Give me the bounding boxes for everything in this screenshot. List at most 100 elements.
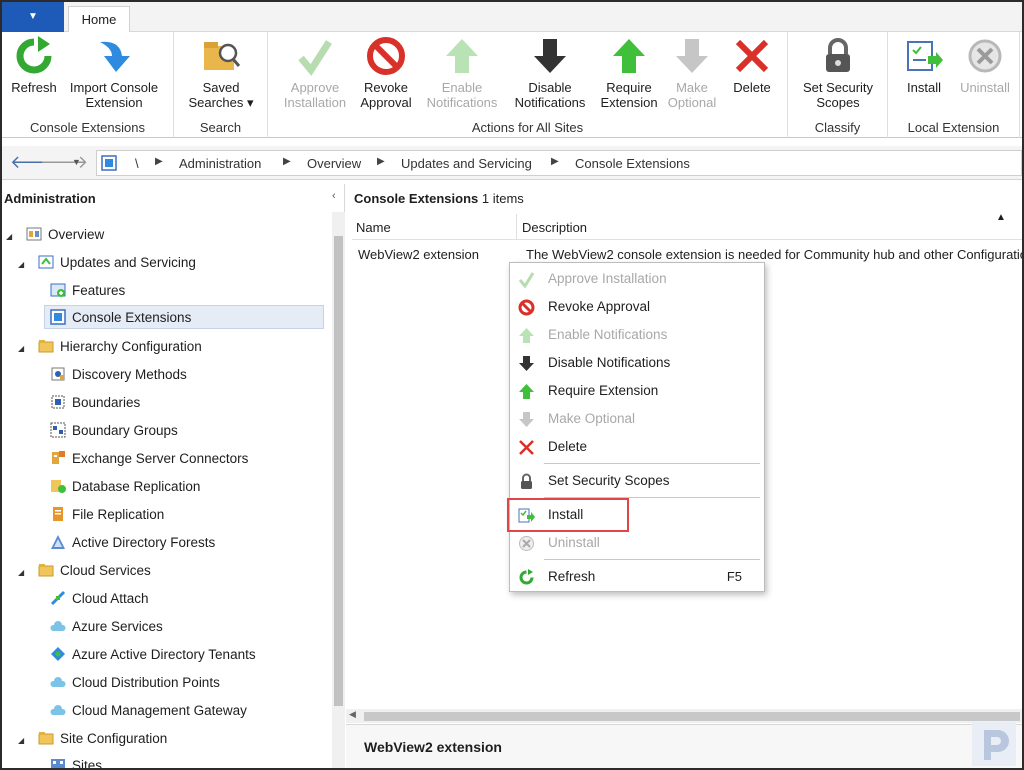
column-header-name[interactable]: Name bbox=[356, 220, 391, 235]
tree-item-file-replication[interactable]: File Replication bbox=[50, 503, 164, 527]
menu-item-refresh[interactable]: Refresh F5 bbox=[512, 563, 762, 591]
menu-item-revoke-approval[interactable]: Revoke Approval bbox=[512, 293, 762, 321]
enable-label-line1: Enable bbox=[441, 80, 483, 95]
tree-item-updates-servicing[interactable]: Updates and Servicing bbox=[38, 251, 196, 275]
nav-pane-title: Administration bbox=[4, 191, 96, 206]
collapse-pane-icon[interactable]: ‹ bbox=[332, 190, 336, 202]
tree-item-sites[interactable]: Sites bbox=[50, 754, 102, 768]
tree-item-discovery-methods[interactable]: Discovery Methods bbox=[50, 363, 187, 387]
disable-label-line2: Notifications bbox=[514, 95, 586, 110]
checkmark-icon bbox=[518, 272, 535, 288]
tree-item-cloud-management-gateway[interactable]: Cloud Management Gateway bbox=[50, 699, 247, 723]
breadcrumb: \ ▶ Administration ▶ Overview ▶ Updates … bbox=[96, 150, 1022, 176]
tree-item-database-replication[interactable]: Database Replication bbox=[50, 475, 200, 499]
exchange-connector-icon bbox=[52, 451, 65, 464]
tree-item-cloud-distribution-points[interactable]: Cloud Distribution Points bbox=[50, 671, 220, 695]
menu-item-delete[interactable]: Delete bbox=[512, 433, 762, 461]
scroll-left-icon[interactable]: ◀ bbox=[349, 709, 356, 720]
padlock-icon bbox=[826, 38, 850, 72]
expanded-caret-icon[interactable]: ◢ bbox=[18, 736, 24, 745]
red-x-icon bbox=[735, 39, 769, 73]
tab-home[interactable]: Home bbox=[68, 6, 130, 33]
list-title-text: Console Extensions bbox=[354, 191, 479, 206]
approve-label-line1: Approve bbox=[290, 80, 340, 95]
breadcrumb-separator-icon[interactable]: ▶ bbox=[377, 156, 385, 167]
ribbon-group-classify: Set Security Scopes Classify bbox=[788, 32, 888, 138]
breadcrumb-separator-icon[interactable]: ▶ bbox=[283, 156, 291, 167]
expanded-caret-icon[interactable]: ◢ bbox=[6, 232, 12, 241]
console-root-icon[interactable] bbox=[101, 155, 117, 171]
scopes-label-line2: Scopes bbox=[816, 95, 860, 110]
tree-item-console-extensions[interactable]: Console Extensions bbox=[44, 305, 324, 329]
tree-item-active-directory-forests[interactable]: Active Directory Forests bbox=[50, 531, 215, 555]
tree-item-boundaries[interactable]: Boundaries bbox=[50, 391, 140, 415]
row-name-cell: WebView2 extension bbox=[358, 247, 479, 262]
revoke-label-line2: Approval bbox=[360, 95, 412, 110]
forward-arrow-icon[interactable]: 🡒 bbox=[40, 152, 88, 173]
uninstall-button[interactable]: Uninstall bbox=[952, 36, 1018, 95]
revoke-approval-button[interactable]: Revoke Approval bbox=[354, 36, 418, 110]
refresh-button[interactable]: Refresh bbox=[8, 36, 60, 95]
expanded-caret-icon[interactable]: ◢ bbox=[18, 260, 24, 269]
file-replication-icon bbox=[53, 507, 63, 521]
enable-notifications-button[interactable]: Enable Notifications bbox=[420, 36, 504, 110]
nav-vertical-scrollbar[interactable] bbox=[332, 212, 345, 768]
red-x-icon bbox=[519, 440, 534, 455]
tree-item-azure-services[interactable]: Azure Services bbox=[50, 615, 163, 639]
saved-searches-button[interactable]: Saved Searches ▾ bbox=[182, 36, 260, 110]
gray-down-arrow-icon bbox=[519, 412, 534, 427]
breadcrumb-administration[interactable]: Administration bbox=[179, 156, 261, 171]
app-menu-button[interactable]: ▼ bbox=[2, 2, 64, 32]
delete-button[interactable]: Delete bbox=[724, 36, 780, 95]
down-arrow-icon bbox=[519, 356, 534, 371]
column-divider[interactable] bbox=[516, 214, 517, 240]
approve-installation-button[interactable]: Approve Installation bbox=[278, 36, 352, 110]
cloud-icon bbox=[50, 677, 66, 687]
tree-item-cloud-services[interactable]: Cloud Services bbox=[38, 559, 151, 583]
disable-notifications-button[interactable]: Disable Notifications bbox=[508, 36, 592, 110]
expanded-caret-icon[interactable]: ◢ bbox=[18, 568, 24, 577]
tree-item-cloud-attach[interactable]: Cloud Attach bbox=[50, 587, 149, 611]
tree-item-hierarchy-configuration[interactable]: Hierarchy Configuration bbox=[38, 335, 202, 359]
import-console-extension-button[interactable]: Import Console Extension bbox=[62, 36, 166, 110]
menu-item-approve-installation[interactable]: Approve Installation bbox=[512, 265, 762, 293]
install-button[interactable]: Install bbox=[896, 36, 952, 95]
list-horizontal-scrollbar[interactable]: ◀ bbox=[346, 709, 1022, 723]
expanded-caret-icon[interactable]: ◢ bbox=[18, 344, 24, 353]
tree-item-exchange-server-connectors[interactable]: Exchange Server Connectors bbox=[50, 447, 248, 471]
nav-scroll-thumb[interactable] bbox=[334, 236, 343, 706]
column-header-description[interactable]: Description bbox=[522, 220, 587, 235]
cloud-icon bbox=[50, 621, 66, 631]
menu-item-disable-notifications[interactable]: Disable Notifications bbox=[512, 349, 762, 377]
set-security-scopes-button[interactable]: Set Security Scopes bbox=[792, 36, 884, 110]
tree-item-features[interactable]: Features bbox=[50, 279, 125, 303]
menu-item-enable-notifications[interactable]: Enable Notifications bbox=[512, 321, 762, 349]
breadcrumb-root[interactable]: \ bbox=[135, 156, 139, 171]
tree-item-overview[interactable]: Overview bbox=[26, 223, 104, 247]
list-scroll-thumb[interactable] bbox=[364, 712, 1020, 721]
menu-item-require-extension[interactable]: Require Extension bbox=[512, 377, 762, 405]
tree-item-azure-ad-tenants[interactable]: Azure Active Directory Tenants bbox=[50, 643, 256, 667]
gray-down-arrow-icon bbox=[676, 39, 708, 73]
folder-icon bbox=[38, 340, 54, 353]
app-window: ▼ Home Refresh Import Console Extension … bbox=[0, 0, 1024, 770]
menu-item-set-security-scopes[interactable]: Set Security Scopes bbox=[512, 467, 762, 495]
make-optional-button[interactable]: Make Optional bbox=[664, 36, 720, 110]
circle-x-icon bbox=[519, 536, 534, 551]
breadcrumb-console-extensions[interactable]: Console Extensions bbox=[575, 156, 690, 171]
sort-ascending-icon[interactable]: ▲ bbox=[996, 212, 1006, 223]
tree-item-site-configuration[interactable]: Site Configuration bbox=[38, 727, 167, 751]
breadcrumb-separator-icon[interactable]: ▶ bbox=[155, 156, 163, 167]
column-header-row: Name Description ▲ bbox=[352, 212, 1022, 240]
breadcrumb-updates-servicing[interactable]: Updates and Servicing bbox=[401, 156, 532, 171]
breadcrumb-separator-icon[interactable]: ▶ bbox=[551, 156, 559, 167]
tree-item-boundary-groups[interactable]: Boundary Groups bbox=[50, 419, 178, 443]
menu-item-make-optional[interactable]: Make Optional bbox=[512, 405, 762, 433]
menu-separator bbox=[544, 559, 760, 560]
breadcrumb-overview[interactable]: Overview bbox=[307, 156, 361, 171]
history-dropdown-icon[interactable]: ▼ bbox=[72, 157, 81, 167]
require-extension-button[interactable]: Require Extension bbox=[596, 36, 662, 110]
menu-item-uninstall[interactable]: Uninstall bbox=[512, 529, 762, 557]
boundaries-icon bbox=[51, 395, 65, 409]
group-label-local-extension: Local Extension bbox=[907, 120, 1000, 135]
